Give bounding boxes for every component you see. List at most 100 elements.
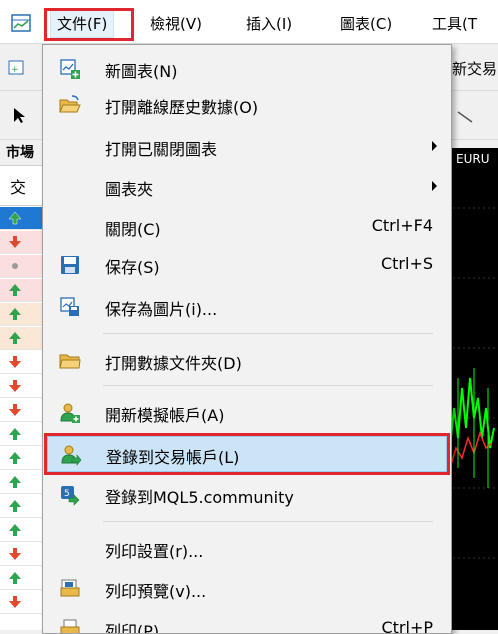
- table-row[interactable]: [0, 351, 46, 374]
- down-arrow-icon: [9, 404, 21, 416]
- table-row[interactable]: [0, 447, 46, 470]
- save-picture-icon: [60, 297, 79, 316]
- table-row[interactable]: [0, 327, 46, 350]
- up-arrow-icon: [9, 500, 21, 512]
- down-arrow-icon: [9, 236, 21, 248]
- menu-item-print-preview[interactable]: 列印預覽(v)...: [43, 571, 451, 607]
- menu-item-label: 列印設置(r)...: [105, 542, 204, 561]
- svg-text:5: 5: [64, 489, 70, 499]
- down-arrow-icon: [9, 356, 21, 368]
- chart-window[interactable]: [448, 148, 498, 630]
- new-chart-toolbar-icon[interactable]: +: [8, 59, 26, 77]
- file-menu-dropdown: 新圖表(N) 打開離線歷史數據(O) 打開已關閉圖表 圖表夾 關閉(C) Ctr…: [42, 44, 452, 634]
- menu-item-label: 保存為圖片(i)...: [105, 300, 218, 319]
- menu-item-label: 登錄到MQL5.community: [105, 488, 294, 507]
- menu-item-close[interactable]: 關閉(C) Ctrl+F4: [43, 209, 451, 245]
- table-row[interactable]: [0, 471, 46, 494]
- menu-item-label: 登錄到交易帳戶(L): [106, 448, 240, 467]
- login-trade-account-icon: [61, 445, 82, 466]
- menu-item-label: 圖表夾: [105, 180, 154, 199]
- open-folder-icon: [59, 95, 81, 113]
- menu-item-label: 列印預覽(v)...: [105, 582, 207, 601]
- new-chart-icon: [60, 59, 80, 79]
- submenu-arrow-icon: [432, 141, 437, 151]
- cursor-icon[interactable]: [10, 106, 28, 124]
- neutral-dot-icon: [12, 263, 18, 269]
- menu-charts[interactable]: 圖表(C): [340, 12, 392, 36]
- menu-item-shortcut: Ctrl+S: [380, 254, 433, 273]
- up-arrow-icon: [9, 428, 21, 440]
- table-row[interactable]: [0, 567, 46, 590]
- menu-item-shortcut: Ctrl+P: [381, 618, 433, 634]
- menu-item-label: 列印(P): [105, 622, 160, 634]
- up-arrow-icon: [9, 476, 21, 488]
- table-row[interactable]: [0, 375, 46, 398]
- down-arrow-icon: [9, 596, 21, 608]
- down-arrow-icon: [9, 548, 21, 560]
- menu-item-login-mql5[interactable]: 5 登錄到MQL5.community: [43, 477, 451, 513]
- menu-item-label: 關閉(C): [105, 220, 161, 239]
- market-watch-column-header: 交: [0, 166, 46, 206]
- menu-item-save-as-picture[interactable]: 保存為圖片(i)...: [43, 289, 451, 325]
- menu-item-open-offline[interactable]: 打開離線歷史數據(O): [43, 87, 451, 123]
- up-arrow-icon: [9, 308, 21, 320]
- menu-item-print-setup[interactable]: 列印設置(r)...: [43, 531, 451, 567]
- menu-item-print[interactable]: 列印(P) Ctrl+P: [43, 611, 451, 634]
- menu-separator: [103, 333, 433, 334]
- print-icon: [60, 619, 80, 633]
- menu-item-new-chart[interactable]: 新圖表(N): [43, 51, 451, 87]
- up-arrow-icon: [9, 572, 21, 584]
- down-arrow-icon: [9, 380, 21, 392]
- menu-item-label: 開新模擬帳戶(A): [105, 406, 225, 425]
- chart-app-icon: [11, 14, 31, 32]
- up-arrow-icon: [9, 524, 21, 536]
- chart-symbol-label: EURU: [456, 152, 490, 166]
- chart-candles: [448, 207, 498, 559]
- svg-text:+: +: [11, 65, 19, 75]
- menu-insert[interactable]: 插入(I): [246, 12, 292, 36]
- table-row[interactable]: [0, 423, 46, 446]
- menu-file[interactable]: 文件(F): [50, 10, 115, 38]
- data-folder-icon: [59, 354, 81, 369]
- table-row[interactable]: [0, 543, 46, 566]
- print-preview-icon: [60, 579, 80, 597]
- table-row[interactable]: [0, 231, 46, 254]
- menu-separator: [103, 521, 433, 522]
- menu-item-save[interactable]: 保存(S) Ctrl+S: [43, 247, 451, 283]
- new-order-button-label[interactable]: 新交易: [452, 58, 497, 79]
- menu-item-label: 打開數據文件夾(D): [105, 354, 242, 373]
- up-arrow-icon: [8, 211, 22, 225]
- save-icon: [61, 256, 79, 274]
- menu-tools[interactable]: 工具(T: [432, 12, 477, 36]
- menu-item-label: 打開已關閉圖表: [105, 140, 218, 159]
- up-arrow-icon: [9, 452, 21, 464]
- menu-item-open-closed-chart[interactable]: 打開已關閉圖表: [43, 129, 451, 165]
- menu-separator: [103, 385, 433, 386]
- table-row[interactable]: [0, 207, 46, 230]
- up-arrow-icon: [9, 332, 21, 344]
- menu-item-shortcut: Ctrl+F4: [371, 216, 433, 235]
- menu-item-open-demo-account[interactable]: 開新模擬帳戶(A): [43, 395, 451, 431]
- market-watch-header: 市場: [0, 140, 46, 166]
- line-tool-icon[interactable]: [456, 108, 474, 126]
- menu-item-label: 保存(S): [105, 258, 160, 277]
- menu-item-label: 打開離線歷史數據(O): [105, 98, 259, 117]
- table-row[interactable]: [0, 519, 46, 542]
- up-arrow-icon: [9, 284, 21, 296]
- market-watch-panel: 市場 交: [0, 140, 46, 630]
- table-row[interactable]: [0, 279, 46, 302]
- new-demo-account-icon: [60, 403, 80, 423]
- menu-item-login-trade-account[interactable]: 登錄到交易帳戶(L): [47, 436, 447, 472]
- menu-item-profiles[interactable]: 圖表夾: [43, 169, 451, 205]
- mql5-login-icon: 5: [61, 486, 80, 506]
- table-row[interactable]: [0, 255, 46, 278]
- menu-view[interactable]: 檢視(V): [150, 12, 202, 36]
- table-row[interactable]: [0, 591, 46, 614]
- table-row[interactable]: [0, 399, 46, 422]
- menu-item-open-data-folder[interactable]: 打開數據文件夾(D): [43, 343, 451, 379]
- menu-bar: 文件(F) 檢視(V) 插入(I) 圖表(C) 工具(T: [0, 0, 498, 44]
- table-row[interactable]: [0, 303, 46, 326]
- table-row[interactable]: [0, 495, 46, 518]
- submenu-arrow-icon: [432, 181, 437, 191]
- menu-item-label: 新圖表(N): [105, 62, 178, 81]
